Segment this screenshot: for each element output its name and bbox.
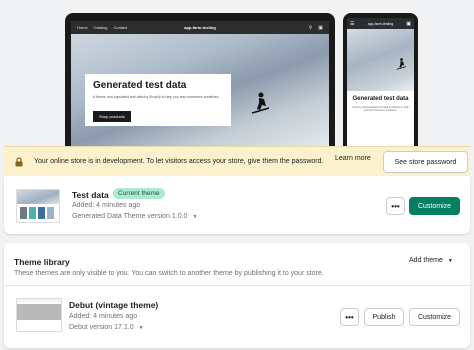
preview-hero-subtitle: A theme and populated test data by Shopi… (93, 95, 220, 99)
current-theme-name: Test data (72, 190, 109, 200)
preview-shop-button: Shop products (93, 111, 131, 122)
theme-library-description: These themes are only visible to you. Yo… (14, 270, 324, 277)
mobile-nav-bar: ☰ app-farm-testing ▣ (347, 18, 414, 29)
current-theme-added: Added: 4 minutes ago (72, 202, 141, 209)
publish-button[interactable]: Publish (364, 308, 404, 326)
current-theme-more-button[interactable]: ••• (386, 197, 405, 215)
preview-hero-title: Generated test data (93, 80, 187, 91)
snowboarder-image (396, 58, 407, 70)
preview-nav-home: Home (77, 25, 88, 30)
menu-icon: ☰ (350, 20, 355, 27)
banner-message: Your online store is in development. To … (34, 157, 324, 165)
current-theme-thumbnail (16, 189, 60, 223)
customize-current-theme-button[interactable]: Customize (409, 197, 460, 215)
theme-library-title: Theme library (14, 257, 70, 267)
divider (4, 285, 470, 286)
cart-icon: ▣ (406, 20, 411, 27)
caret-down-icon[interactable]: ▼ (139, 325, 144, 331)
desktop-preview: Home Catalog Contact app-farm-testing ⚲ … (65, 13, 335, 146)
mobile-hero-subtitle: A theme and populated test data by Shopi… (352, 105, 409, 112)
preview-nav-contact: Contact (113, 25, 128, 30)
library-theme-version: Debut version 17.1.0 ▼ (69, 324, 144, 331)
current-theme-version: Generated Data Theme version 1.0.0 ▼ (72, 213, 197, 220)
current-theme-badge: Current theme (113, 188, 165, 199)
cart-icon: ▣ (318, 24, 323, 31)
mobile-hero-card: Generated test data A theme and populate… (347, 91, 414, 120)
mobile-preview: ☰ app-farm-testing ▣ Generated test data… (343, 13, 418, 146)
library-theme-name: Debut (vintage theme) (69, 300, 159, 310)
lock-icon (15, 156, 23, 166)
library-theme-more-button[interactable]: ••• (340, 308, 359, 326)
add-theme-button[interactable]: Add theme ▼ (409, 257, 453, 264)
search-icon: ⚲ (308, 24, 313, 31)
library-theme-version-text: Debut version 17.1.0 (69, 324, 134, 331)
desktop-preview-screen: Home Catalog Contact app-farm-testing ⚲ … (71, 21, 329, 146)
snowboarder-image (251, 92, 270, 114)
add-theme-label: Add theme (409, 257, 443, 264)
preview-store-name: app-farm-testing (184, 25, 216, 30)
mobile-hero-image (347, 29, 414, 91)
preview-nav-bar: Home Catalog Contact app-farm-testing ⚲ … (71, 21, 329, 34)
current-theme-version-text: Generated Data Theme version 1.0.0 (72, 213, 188, 220)
theme-preview: Home Catalog Contact app-farm-testing ⚲ … (4, 0, 470, 146)
caret-down-icon: ▼ (447, 257, 453, 264)
theme-library-card: Theme library Add theme ▼ These themes a… (4, 243, 470, 348)
development-banner: Your online store is in development. To … (4, 146, 470, 176)
preview-nav-catalog: Catalog (93, 25, 108, 30)
debut-theme-thumbnail (16, 298, 62, 332)
mobile-preview-screen: ☰ app-farm-testing ▣ Generated test data… (347, 18, 414, 146)
caret-down-icon[interactable]: ▼ (192, 214, 197, 220)
mobile-hero-title: Generated test data (352, 96, 409, 102)
customize-library-theme-button[interactable]: Customize (409, 308, 460, 326)
library-theme-added: Added: 4 minutes ago (69, 313, 138, 320)
mobile-store-name: app-farm-testing (367, 21, 394, 26)
see-store-password-button[interactable]: See store password (383, 151, 468, 173)
learn-more-link[interactable]: Learn more (335, 155, 371, 162)
preview-hero-card: Generated test data A theme and populate… (85, 74, 231, 126)
